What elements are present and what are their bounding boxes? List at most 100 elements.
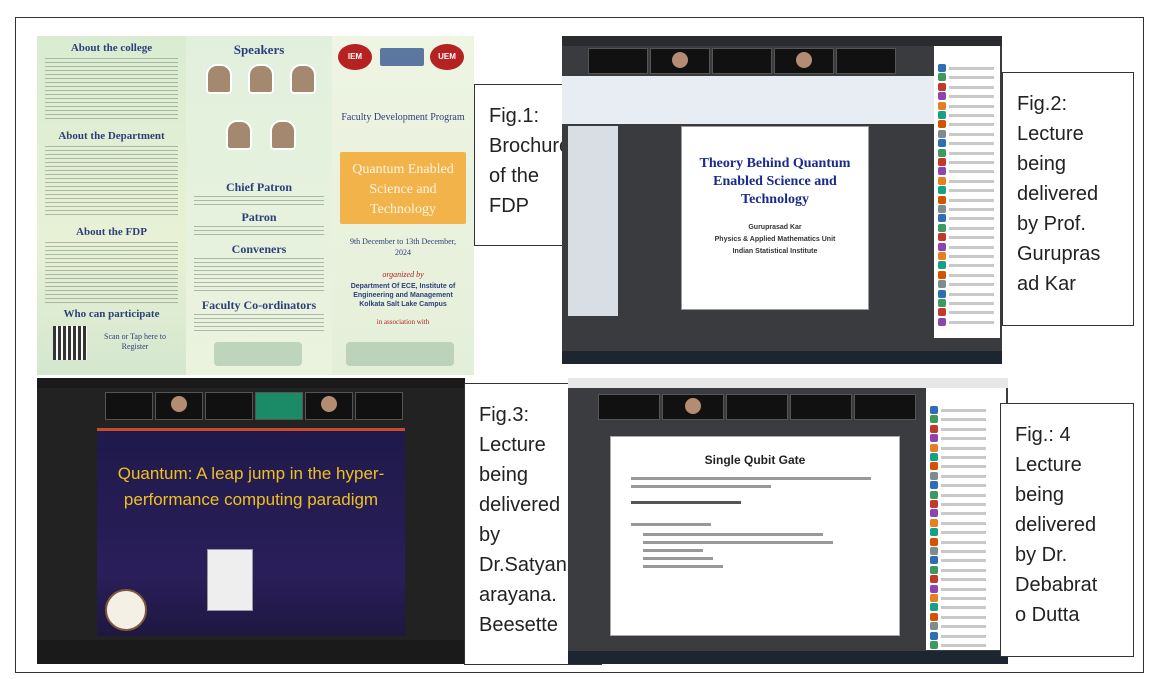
participant-avatar (938, 129, 946, 138)
lecture-screenshot-satyanarayana-beesette: Quantum: A leap jump in the hyper-perfor… (37, 378, 465, 664)
participant-name (941, 540, 986, 544)
slide-title: Single Qubit Gate (704, 453, 806, 467)
participant-tile (105, 392, 153, 420)
participant-avatar (938, 280, 946, 289)
windows-taskbar (568, 651, 1008, 664)
participant-row (930, 518, 1002, 528)
participant-row (930, 547, 1002, 556)
browser-tabs (568, 378, 1008, 388)
slide-speaker: Guruprasad Kar (748, 224, 802, 231)
participant-name (941, 625, 986, 629)
organizing-department: Department Of ECE, Institute of Engineer… (350, 283, 456, 308)
participant-tile (726, 394, 788, 420)
participant-avatar (938, 289, 946, 298)
lecture-screenshot-debabrato-dutta: Single Qubit Gate (568, 378, 1008, 664)
participant-name (949, 151, 994, 155)
participant-tile (712, 48, 772, 74)
participant-avatar (930, 509, 938, 518)
program-type: Faculty Development Program (341, 112, 465, 123)
context-menu (207, 549, 253, 611)
fig4-caption: Fig.: 4 Lecture being delivered by Dr. D… (1000, 403, 1134, 657)
participant-initial-tile (255, 392, 303, 420)
participant-name (949, 123, 994, 127)
participant-name (941, 484, 986, 488)
brochure-left-column: About the college About the Department A… (37, 36, 186, 375)
participant-row (930, 594, 1002, 603)
participant-name (949, 311, 994, 315)
participant-name (949, 273, 994, 277)
participant-row (938, 233, 996, 242)
participant-name (949, 104, 994, 108)
participant-row (930, 537, 1002, 547)
participant-name (949, 76, 994, 80)
brochure-right-column: IEM UEM Faculty Development Program Quan… (332, 36, 474, 375)
participant-row (930, 500, 1002, 509)
participants-list (926, 388, 1006, 650)
participant-avatar (938, 299, 946, 307)
participant-name (941, 521, 986, 525)
participant-avatar (930, 603, 938, 612)
participant-row (938, 270, 996, 280)
participant-name (949, 132, 994, 136)
participant-name (941, 427, 986, 431)
participant-row (938, 148, 996, 158)
participant-avatar (930, 424, 938, 433)
participant-avatar (938, 176, 946, 185)
participant-name (949, 189, 994, 193)
participant-name (941, 493, 986, 497)
participant-avatar (938, 82, 946, 91)
participant-avatar (930, 415, 938, 424)
participant-row (938, 186, 996, 195)
participant-name (941, 512, 986, 516)
about-fdp-text (45, 242, 178, 304)
participant-row (930, 481, 1002, 490)
participant-name (941, 644, 986, 647)
participant-avatar (930, 631, 938, 640)
participant-row (938, 82, 996, 92)
slide-sub-bullet (643, 557, 713, 560)
participant-avatar (796, 52, 812, 68)
participant-avatar (938, 148, 946, 157)
participant-row (938, 317, 996, 327)
meeting-controls-bar (37, 640, 465, 664)
participant-row (938, 205, 996, 214)
participant-avatar (930, 575, 938, 584)
speaker-photo (248, 64, 274, 94)
fig4-caption-text: Fig.: 4 Lecture being delivered by Dr. D… (1015, 424, 1098, 626)
participant-video (662, 394, 724, 420)
participant-avatar (938, 317, 946, 326)
slide-institute: Indian Statistical Institute (732, 248, 818, 255)
presentation-ribbon (562, 76, 934, 124)
participant-avatar (938, 92, 946, 101)
participant-avatar (938, 233, 946, 242)
participant-row (938, 261, 996, 270)
participant-avatar (938, 64, 946, 72)
participant-avatar (930, 641, 938, 649)
fdp-brochure-image: About the college About the Department A… (37, 36, 474, 375)
participant-row (938, 111, 996, 120)
participant-name (949, 67, 994, 70)
about-department-heading: About the Department (58, 130, 165, 142)
participant-row (938, 73, 996, 82)
speaker-photo (226, 120, 252, 150)
participant-avatar (930, 434, 938, 443)
slide-bullet (631, 523, 711, 526)
participant-name (949, 85, 994, 89)
participant-avatar (938, 120, 946, 129)
participant-avatar (938, 139, 946, 148)
participant-name (941, 437, 986, 441)
participant-row (930, 490, 1002, 500)
participant-video (305, 392, 353, 420)
fig2-caption: Fig.2: Lecture being delivered by Prof. … (1002, 72, 1134, 326)
speaker-photo (290, 64, 316, 94)
participant-name (949, 142, 994, 146)
participant-row (938, 280, 996, 289)
participant-row (938, 308, 996, 317)
participant-name (941, 465, 986, 469)
participant-row (930, 453, 1002, 462)
participant-name (941, 531, 986, 535)
uem-logo: UEM (430, 44, 464, 70)
participant-tile (836, 48, 896, 74)
speaker-photo (206, 64, 232, 94)
lecture-screenshot-guruprasad-kar: Theory Behind Quantum Enabled Science an… (562, 36, 1002, 364)
